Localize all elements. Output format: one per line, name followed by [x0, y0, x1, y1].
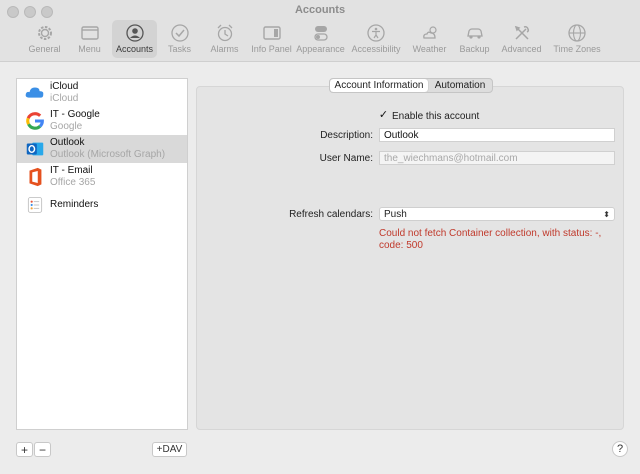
refresh-calendars-value: Push [384, 208, 407, 220]
icloud-icon [23, 81, 47, 105]
toolbar-advanced[interactable]: Advanced [497, 20, 546, 58]
description-label: Description: [320, 130, 373, 141]
accounts-window: Accounts General Menu Accounts Tasks Ala… [0, 0, 640, 474]
username-field: the_wiechmans@hotmail.com [379, 151, 615, 165]
enable-account-checkbox[interactable]: ✓ [378, 110, 389, 121]
tools-icon [511, 23, 533, 43]
fetch-error-message: Could not fetch Container collection, wi… [379, 228, 619, 252]
select-chevrons-icon: ⬍ [603, 210, 610, 219]
description-field[interactable]: Outlook [379, 128, 615, 142]
accessibility-icon [365, 23, 387, 43]
info-panel-icon [261, 23, 283, 43]
menu-window-icon [79, 23, 101, 43]
alarm-clock-icon [214, 23, 236, 43]
toolbar-time-zones-label: Time Zones [553, 44, 601, 54]
toolbar-info-panel[interactable]: Info Panel [247, 20, 296, 58]
toolbar-general[interactable]: General [22, 20, 67, 58]
account-row-outlook[interactable]: Outlook Outlook (Microsoft Graph) [17, 135, 187, 163]
error-line-1: Could not fetch Container collection, wi… [379, 228, 602, 239]
toolbar-advanced-label: Advanced [501, 44, 542, 54]
reminders-icon [23, 193, 47, 217]
globe-icon [566, 23, 588, 43]
outlook-icon [23, 137, 47, 161]
detail-tabs: Account Information Automation [329, 78, 493, 93]
toolbar-tasks-label: Tasks [167, 44, 191, 54]
toolbar-weather[interactable]: Weather [407, 20, 452, 58]
username-label: User Name: [319, 153, 373, 164]
accounts-list: iCloud iCloud IT - Google Google Outlook… [16, 78, 188, 430]
checkmark-circle-icon [169, 23, 191, 43]
account-row-it-email[interactable]: IT - Email Office 365 [17, 163, 187, 191]
office365-icon [23, 165, 47, 189]
person-circle-icon [124, 23, 146, 43]
account-name: IT - Google [50, 109, 100, 120]
toolbar-time-zones[interactable]: Time Zones [546, 20, 608, 58]
weather-cloud-sun-icon [419, 23, 441, 43]
remove-account-button[interactable]: − [34, 442, 51, 457]
add-dav-button[interactable]: +DAV [152, 442, 187, 457]
toolbar-accounts[interactable]: Accounts [112, 20, 157, 58]
toolbar-backup[interactable]: Backup [452, 20, 497, 58]
preferences-toolbar: General Menu Accounts Tasks Alarms Info … [22, 20, 608, 58]
google-icon [23, 109, 47, 133]
account-row-google[interactable]: IT - Google Google [17, 107, 187, 135]
car-backup-icon [464, 23, 486, 43]
toolbar-general-label: General [28, 44, 61, 54]
account-type: Office 365 [50, 177, 96, 188]
account-name: IT - Email [50, 165, 93, 176]
error-line-2: code: 500 [379, 240, 423, 251]
toolbar-accessibility-label: Accessibility [351, 44, 401, 54]
tab-account-information[interactable]: Account Information [330, 79, 428, 92]
help-button[interactable]: ? [612, 441, 628, 457]
toolbar-menu-label: Menu [78, 44, 101, 54]
refresh-calendars-select[interactable]: Push ⬍ [379, 207, 615, 221]
account-type: Google [50, 121, 83, 132]
add-account-button[interactable]: + [16, 442, 33, 457]
account-name: Outlook [50, 137, 85, 148]
enable-account-label: Enable this account [392, 111, 480, 122]
toolbar-accounts-label: Accounts [115, 44, 154, 54]
toolbar-appearance[interactable]: Appearance [296, 20, 345, 58]
gear-icon [34, 23, 56, 43]
toolbar-accessibility[interactable]: Accessibility [345, 20, 407, 58]
toolbar-alarms[interactable]: Alarms [202, 20, 247, 58]
toolbar-menu[interactable]: Menu [67, 20, 112, 58]
tab-automation[interactable]: Automation [428, 79, 492, 92]
toolbar-alarms-label: Alarms [210, 44, 239, 54]
toolbar-tasks[interactable]: Tasks [157, 20, 202, 58]
refresh-calendars-label: Refresh calendars: [289, 209, 373, 220]
toggles-icon [310, 23, 332, 43]
account-name: iCloud [50, 81, 79, 92]
toolbar-backup-label: Backup [459, 44, 490, 54]
toolbar-appearance-label: Appearance [296, 44, 345, 54]
toolbar-info-panel-label: Info Panel [251, 44, 292, 54]
toolbar-weather-label: Weather [412, 44, 447, 54]
window-title: Accounts [294, 4, 346, 16]
account-type: Outlook (Microsoft Graph) [50, 149, 166, 160]
account-name: Reminders [50, 199, 99, 210]
account-row-reminders[interactable]: Reminders [17, 191, 187, 219]
title-bar: Accounts General Menu Accounts Tasks Ala… [0, 0, 640, 62]
account-type: iCloud [50, 93, 79, 104]
account-row-icloud[interactable]: iCloud iCloud [17, 79, 187, 107]
